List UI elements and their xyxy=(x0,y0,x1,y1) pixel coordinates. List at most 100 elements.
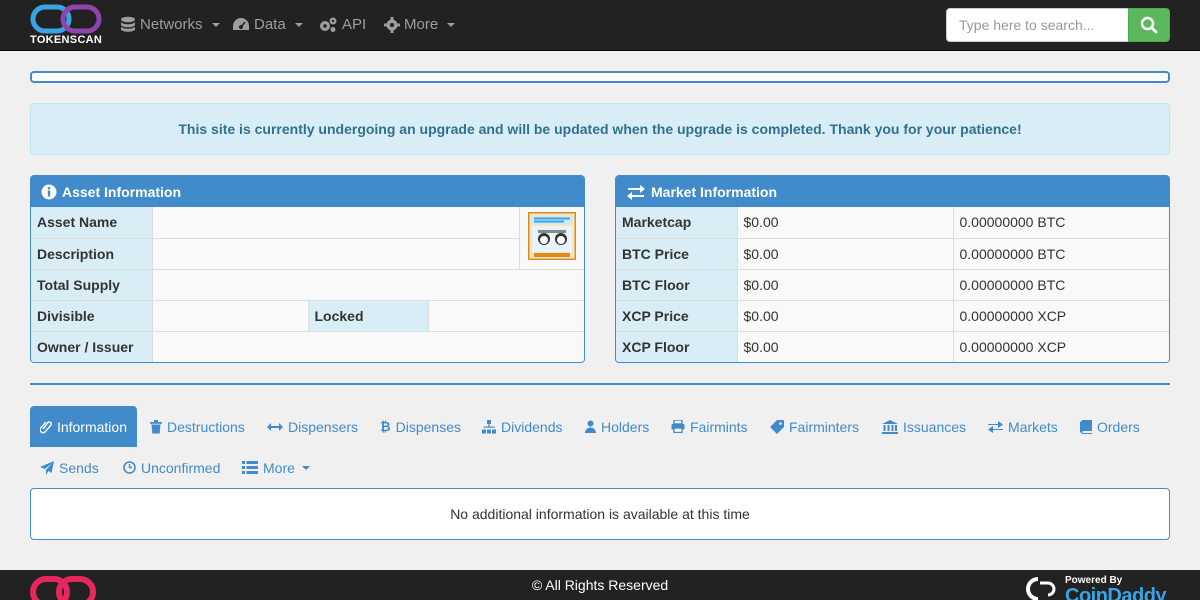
section-divider xyxy=(30,383,1170,385)
powered-by-badge[interactable]: Powered By CoinDaddy xyxy=(1020,575,1170,600)
arrows-horizontal-icon xyxy=(267,422,283,431)
marketcap-native: 0.00000000 BTC xyxy=(952,207,1169,239)
tab-destructions[interactable]: Destructions xyxy=(140,406,255,447)
book-icon xyxy=(1080,419,1092,434)
tab-sends[interactable]: Sends xyxy=(30,447,109,488)
tab-content-panel: No additional information is available a… xyxy=(30,488,1170,540)
table-row: BTC Floor $0.00 0.00000000 BTC xyxy=(616,268,1169,301)
asset-image-cell xyxy=(518,207,584,270)
btc-floor-label: BTC Floor xyxy=(616,268,738,301)
divisible-label: Divisible xyxy=(31,299,153,332)
tab-information[interactable]: Information xyxy=(30,406,137,447)
search-input[interactable] xyxy=(946,8,1129,42)
nav-api[interactable]: API xyxy=(318,0,366,50)
xcp-floor-native: 0.00000000 XCP xyxy=(952,330,1169,362)
market-info-table: Marketcap $0.00 0.00000000 BTC BTC Price… xyxy=(616,207,1169,362)
asset-panel-title: Asset Information xyxy=(62,183,182,200)
nav-networks-label: Networks xyxy=(140,16,203,33)
nav-more[interactable]: More xyxy=(384,0,456,50)
nav-networks[interactable]: Networks xyxy=(120,0,220,50)
coindaddy-logo-icon xyxy=(1026,577,1056,600)
btc-floor-usd: $0.00 xyxy=(736,268,954,301)
asset-info-table: Asset Name Description Total Supply Divi… xyxy=(31,207,584,362)
tab-more[interactable]: More xyxy=(232,447,320,488)
database-icon xyxy=(121,16,135,32)
asset-image xyxy=(527,211,577,261)
nav-data-label: Data xyxy=(254,16,286,33)
asset-info-panel: Asset Information Asset Name Description… xyxy=(30,175,585,363)
asset-name-label: Asset Name xyxy=(31,207,153,239)
trash-icon xyxy=(150,419,162,433)
tab-fairminters[interactable]: Fairminters xyxy=(760,406,869,447)
xcp-price-usd: $0.00 xyxy=(736,299,954,332)
total-supply-label: Total Supply xyxy=(31,268,153,301)
total-supply-value xyxy=(151,268,584,301)
xcp-price-label: XCP Price xyxy=(616,299,738,332)
tab-fairmints-label: Fairmints xyxy=(690,418,748,435)
tab-issuances-label: Issuances xyxy=(903,418,967,435)
user-icon xyxy=(585,420,596,433)
owner-value xyxy=(151,330,584,362)
exchange-icon xyxy=(988,420,1003,433)
chevron-down-icon xyxy=(211,23,220,27)
powered-by-name: CoinDaddy xyxy=(1065,585,1167,600)
asset-name-value xyxy=(151,207,520,239)
tab-orders-label: Orders xyxy=(1097,418,1140,435)
tab-markets[interactable]: Markets xyxy=(978,406,1068,447)
paperclip-icon xyxy=(40,420,52,433)
table-row: XCP Floor $0.00 0.00000000 XCP xyxy=(616,330,1169,362)
tab-markets-label: Markets xyxy=(1008,418,1058,435)
table-row: BTC Price $0.00 0.00000000 BTC xyxy=(616,237,1169,270)
table-row: Owner / Issuer xyxy=(31,330,584,362)
sitemap-icon xyxy=(482,419,496,433)
asset-panel-heading: Asset Information xyxy=(31,176,584,207)
xcp-price-native: 0.00000000 XCP xyxy=(952,299,1169,332)
description-value xyxy=(151,237,520,270)
owner-label: Owner / Issuer xyxy=(31,330,153,362)
table-row: XCP Price $0.00 0.00000000 XCP xyxy=(616,299,1169,332)
btc-price-label: BTC Price xyxy=(616,237,738,270)
chevron-down-icon xyxy=(447,23,456,27)
top-progress-box xyxy=(30,71,1170,83)
search-button[interactable] xyxy=(1128,8,1170,42)
locked-label: Locked xyxy=(307,299,429,332)
tokenscan-logo-icon xyxy=(30,4,102,34)
gears-icon xyxy=(320,17,337,32)
btc-price-native: 0.00000000 BTC xyxy=(952,237,1169,270)
tab-dispensers[interactable]: Dispensers xyxy=(257,406,368,447)
nav-data[interactable]: Data xyxy=(232,0,303,50)
tab-fairminters-label: Fairminters xyxy=(789,418,860,435)
tab-unconfirmed[interactable]: Unconfirmed xyxy=(113,447,230,488)
locked-value xyxy=(427,299,584,332)
tab-holders[interactable]: Holders xyxy=(575,406,659,447)
tag-icon xyxy=(770,419,784,434)
chevron-down-icon xyxy=(301,465,310,470)
list-icon xyxy=(242,461,258,474)
tab-dispenses-label: Dispenses xyxy=(395,418,461,435)
tab-fairmints[interactable]: Fairmints xyxy=(661,406,758,447)
brand-logo[interactable]: TOKENSCAN xyxy=(30,4,102,46)
info-circle-icon xyxy=(41,184,57,199)
tab-dispenses[interactable]: ₿ Dispenses xyxy=(370,406,471,447)
marketcap-usd: $0.00 xyxy=(736,207,954,239)
tab-dividends[interactable]: Dividends xyxy=(472,406,572,447)
tab-orders[interactable]: Orders xyxy=(1070,406,1150,447)
tab-more-label: More xyxy=(263,459,295,476)
brand-name: TOKENSCAN xyxy=(30,34,103,46)
dashboard-icon xyxy=(233,18,249,30)
divisible-value xyxy=(151,299,309,332)
nav-more-label: More xyxy=(404,16,439,33)
table-row: Asset Name xyxy=(31,207,584,270)
bitcoin-icon: ₿ xyxy=(380,419,391,434)
tab-sends-label: Sends xyxy=(59,459,99,476)
gear-icon xyxy=(384,17,400,33)
tab-issuances[interactable]: Issuances xyxy=(872,406,976,447)
btc-price-usd: $0.00 xyxy=(736,237,954,270)
bank-icon xyxy=(882,419,898,434)
xcp-floor-usd: $0.00 xyxy=(736,330,954,362)
xcp-floor-label: XCP Floor xyxy=(616,330,738,362)
search-icon xyxy=(1140,16,1158,34)
exchange-icon xyxy=(627,184,645,200)
table-row: Description xyxy=(31,237,584,270)
tab-destructions-label: Destructions xyxy=(167,418,245,435)
